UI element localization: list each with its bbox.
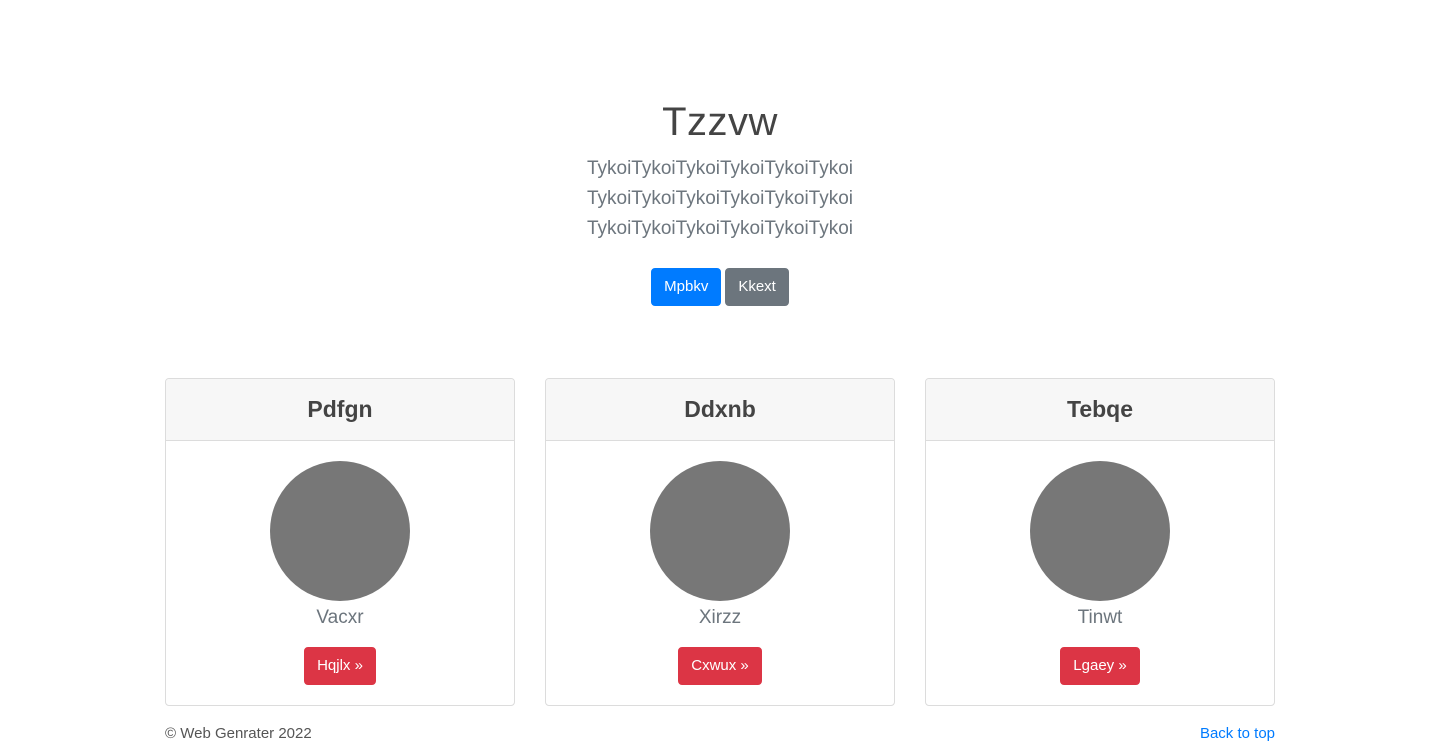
footer-copyright: © Web Genrater 2022: [165, 725, 312, 742]
card-deck: Pdfgn Vacxr Hqjlx » Ddxnb Xirzz Cxwux »: [165, 378, 1275, 706]
page: Tzzvw TykoiTykoiTykoiTykoiTykoiTykoi Tyk…: [0, 0, 1440, 746]
card-title: Tebqe: [1066, 396, 1134, 422]
card-button-wrap: Lgaey »: [926, 647, 1274, 685]
card-body: Tinwt Lgaey »: [926, 441, 1274, 685]
card-action-button[interactable]: Lgaey »: [1060, 647, 1140, 685]
card-name: Tinwt: [1077, 607, 1123, 628]
back-to-top-link[interactable]: Back to top: [1200, 722, 1275, 746]
hero-primary-button[interactable]: Mpbkv: [651, 268, 722, 306]
card-header: Ddxnb: [546, 379, 894, 441]
card-action-button[interactable]: Cxwux »: [678, 647, 762, 685]
card-body: Vacxr Hqjlx »: [166, 441, 514, 685]
footer: © Web Genrater 2022 Back to top: [165, 722, 1275, 746]
card-button-wrap: Hqjlx »: [166, 647, 514, 685]
card-body: Xirzz Cxwux »: [546, 441, 894, 685]
card-name: Xirzz: [698, 607, 742, 628]
hero-section: Tzzvw TykoiTykoiTykoiTykoiTykoiTykoi Tyk…: [0, 96, 1440, 306]
card-action-button[interactable]: Hqjlx »: [304, 647, 376, 685]
card: Tebqe Tinwt Lgaey »: [925, 378, 1275, 706]
hero-buttons: Mpbkv Kkext: [0, 268, 1440, 306]
card-header: Tebqe: [926, 379, 1274, 441]
card-button-wrap: Cxwux »: [546, 647, 894, 685]
card: Ddxnb Xirzz Cxwux »: [545, 378, 895, 706]
card: Pdfgn Vacxr Hqjlx »: [165, 378, 515, 706]
avatar-placeholder: [1030, 461, 1170, 601]
avatar-placeholder: [650, 461, 790, 601]
card-title: Ddxnb: [684, 396, 756, 422]
hero-secondary-button[interactable]: Kkext: [725, 268, 789, 306]
hero-title: Tzzvw: [662, 100, 778, 144]
card-title: Pdfgn: [307, 396, 373, 422]
hero-lead: TykoiTykoiTykoiTykoiTykoiTykoi TykoiTyko…: [586, 158, 854, 239]
card-header: Pdfgn: [166, 379, 514, 441]
avatar-placeholder: [270, 461, 410, 601]
card-name: Vacxr: [316, 607, 364, 628]
